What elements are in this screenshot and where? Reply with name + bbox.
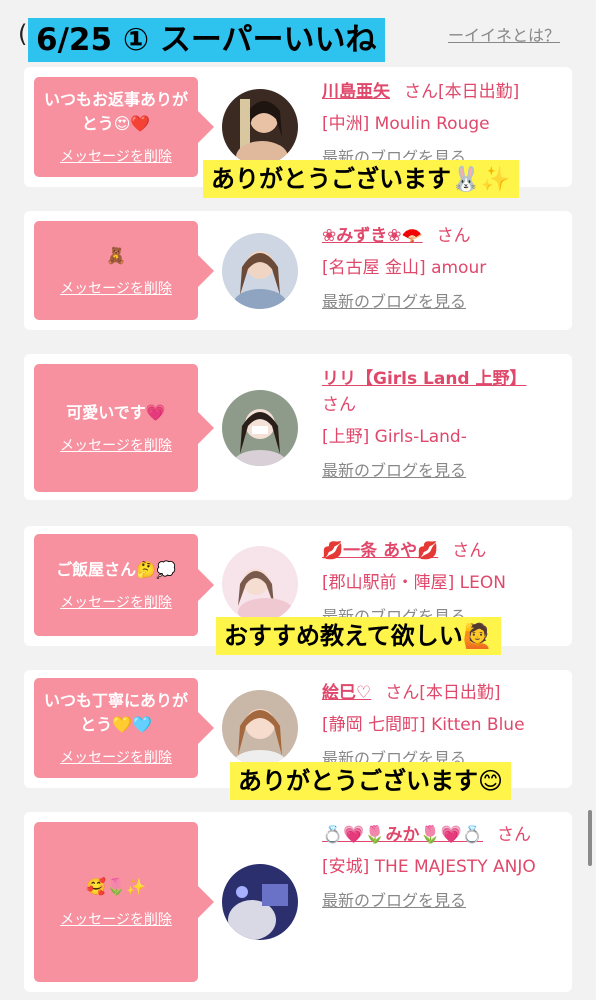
cast-name-link[interactable]: 💍💗🌷みか🌷💗💍 [322, 825, 483, 845]
shop-location: [安城] THE MAJESTY ANJO [322, 857, 536, 877]
honorific: さん [497, 825, 532, 845]
cast-info: 💋一条 あや💋さん [郡山駅前・陣屋] LEON 最新のブログを見る [322, 538, 564, 628]
avatar[interactable] [222, 390, 298, 466]
avatar[interactable] [222, 546, 298, 622]
cast-name-link[interactable]: 💋一条 あや💋 [322, 541, 438, 561]
avatar[interactable] [222, 89, 298, 165]
delete-message-link[interactable]: メッセージを削除 [60, 909, 172, 929]
what-is-link[interactable]: ーイイネとは？ [448, 22, 560, 46]
message-bubble: いつもお返事ありがとう😍❤️ メッセージを削除 [34, 77, 214, 177]
delete-message-link[interactable]: メッセージを削除 [60, 278, 172, 298]
shop-location: [上野] Girls-Land- [322, 427, 467, 447]
shop-location: [名古屋 金山] amour [322, 258, 487, 278]
cast-name-link[interactable]: リリ【Girls Land 上野】 [322, 369, 527, 389]
cast-info: ❀みずき❀🪭 さん [名古屋 金山] amour 最新のブログを見る [322, 223, 564, 313]
cast-info: 💍💗🌷みか🌷💗💍 さん [安城] THE MAJESTY ANJO 最新のブログを… [322, 822, 564, 912]
latest-blog-link[interactable]: 最新のブログを見る [322, 291, 564, 313]
date-title: 6/25 ① スーパーいいね [28, 18, 385, 62]
caption-overlay: ありがとうございます😊 [230, 762, 512, 800]
avatar[interactable] [222, 233, 298, 309]
cast-name-link[interactable]: 川島亜矢 [322, 82, 390, 102]
cast-info: 絵巳♡ さん[本日出勤] [静岡 七間町] Kitten Blue 最新のブログを… [322, 680, 564, 770]
message-bubble: 可愛いです💗 メッセージを削除 [34, 364, 214, 492]
honorific: さん [436, 226, 471, 246]
message-text: 可愛いです💗 [66, 403, 166, 422]
latest-blog-link[interactable]: 最新のブログを見る [322, 460, 564, 482]
shop-location: [静岡 七間町] Kitten Blue [322, 715, 525, 735]
like-card: 🥰🌷✨ メッセージを削除 💍💗🌷みか🌷💗💍 さん [安城] THE MAJESTY… [24, 812, 572, 992]
cast-info: 川島亜矢 さん[本日出勤] [中洲] Moulin Rouge 最新のブログを見る [322, 79, 564, 169]
honorific: さん [322, 395, 356, 415]
cast-name-link[interactable]: ❀みずき❀🪭 [322, 226, 423, 246]
top-bar: ( ーイイネとは？ 6/25 ① スーパーいいね [0, 0, 596, 62]
message-text: 🧸 [106, 245, 126, 265]
delete-message-link[interactable]: メッセージを削除 [60, 146, 172, 166]
delete-message-link[interactable]: メッセージを削除 [60, 592, 172, 612]
header-paren: ( [18, 20, 28, 48]
message-bubble: 🧸 メッセージを削除 [34, 221, 214, 320]
delete-message-link[interactable]: メッセージを削除 [60, 747, 172, 767]
shop-location: [中洲] Moulin Rouge [322, 114, 490, 134]
cast-info: リリ【Girls Land 上野】 さん [上野] Girls-Land- 最新の… [322, 366, 564, 482]
message-bubble: 🥰🌷✨ メッセージを削除 [34, 822, 214, 982]
delete-message-link[interactable]: メッセージを削除 [60, 435, 172, 455]
cast-name-link[interactable]: 絵巳♡ [322, 683, 371, 703]
avatar[interactable] [222, 864, 298, 940]
like-card: 🧸 メッセージを削除 ❀みずき❀🪭 さん [名古屋 金山] amour 最新のブロ… [24, 211, 572, 330]
attendance-badge: [本日出勤] [419, 683, 501, 703]
attendance-badge: [本日出勤] [438, 82, 520, 102]
message-text: いつも丁寧にありがとう💛🩵 [43, 691, 188, 734]
honorific: さん [452, 541, 487, 561]
scrollbar[interactable] [588, 810, 592, 866]
caption-overlay: おすすめ教えて欲しい🙋 [216, 617, 501, 655]
message-text: いつもお返事ありがとう😍❤️ [43, 90, 188, 133]
avatar[interactable] [222, 690, 298, 766]
like-card: 可愛いです💗 メッセージを削除 リリ【Girls Land 上野】 さん [上野]… [24, 354, 572, 500]
honorific: さん [385, 683, 420, 703]
caption-overlay: ありがとうございます🐰✨ [203, 160, 519, 198]
message-bubble: いつも丁寧にありがとう💛🩵 メッセージを削除 [34, 678, 214, 778]
latest-blog-link[interactable]: 最新のブログを見る [322, 890, 564, 912]
message-text: ご飯屋さん🤔💭 [56, 560, 176, 579]
shop-location: [郡山駅前・陣屋] LEON [322, 573, 506, 593]
message-bubble: ご飯屋さん🤔💭 メッセージを削除 [34, 534, 214, 636]
message-text: 🥰🌷✨ [86, 877, 146, 896]
honorific: さん [404, 82, 438, 102]
